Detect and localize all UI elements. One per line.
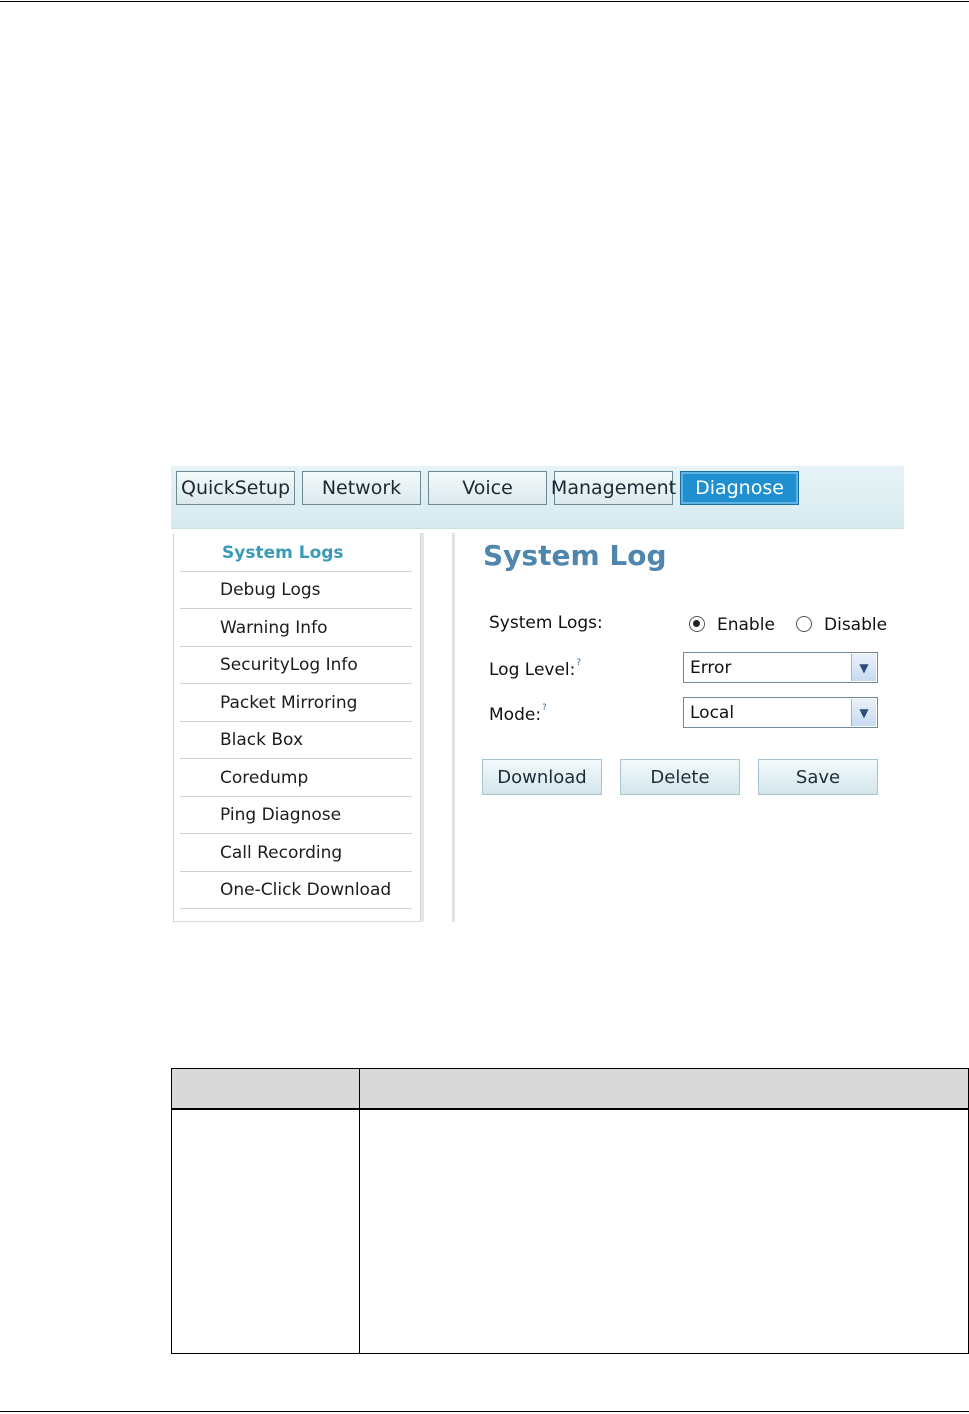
top-navigation: QuickSetup Network Voice Management Diag…: [171, 466, 904, 529]
sidebar: System Logs Debug Logs Warning Info Secu…: [173, 533, 424, 922]
parameter-table: [171, 1068, 969, 1354]
sidebar-item-call-recording[interactable]: Call Recording: [180, 835, 412, 872]
table-column-divider: [359, 1069, 360, 1353]
enable-label[interactable]: Enable: [717, 615, 775, 635]
sidebar-item-debug-logs[interactable]: Debug Logs: [180, 572, 412, 609]
mode-select[interactable]: Local ▼: [683, 697, 878, 728]
sidebar-item-securitylog-info[interactable]: SecurityLog Info: [180, 647, 412, 684]
bottom-rule: [0, 1411, 969, 1412]
screenshot-frame: QuickSetup Network Voice Management Diag…: [171, 466, 904, 922]
delete-button[interactable]: Delete: [620, 759, 740, 795]
sidebar-item-ping-diagnose[interactable]: Ping Diagnose: [180, 797, 412, 834]
save-button[interactable]: Save: [758, 759, 878, 795]
sidebar-item-coredump[interactable]: Coredump: [180, 760, 412, 797]
mode-label: Mode:?: [489, 703, 547, 725]
main-panel: System Log System Logs: Enable Disable L…: [455, 533, 904, 922]
sidebar-item-one-click-download[interactable]: One-Click Download: [180, 872, 412, 909]
help-icon[interactable]: ?: [542, 703, 547, 713]
system-logs-label: System Logs:: [489, 613, 603, 633]
radio-selected-dot: [693, 620, 700, 627]
tab-diagnose[interactable]: Diagnose: [680, 471, 799, 505]
sidebar-item-system-logs[interactable]: System Logs: [180, 535, 412, 572]
log-level-label-text: Log Level:: [489, 660, 576, 680]
log-level-select[interactable]: Error ▼: [683, 652, 878, 683]
tab-voice[interactable]: Voice: [428, 471, 547, 505]
sidebar-item-black-box[interactable]: Black Box: [180, 722, 412, 759]
enable-radio[interactable]: [689, 616, 705, 632]
tab-network[interactable]: Network: [302, 471, 421, 505]
tab-management[interactable]: Management: [551, 471, 676, 505]
page-title: System Log: [483, 539, 667, 572]
log-level-value: Error: [690, 657, 732, 678]
tab-quicksetup[interactable]: QuickSetup: [176, 471, 295, 505]
disable-label[interactable]: Disable: [824, 615, 887, 635]
mode-label-text: Mode:: [489, 705, 542, 725]
disable-radio[interactable]: [796, 616, 812, 632]
sidebar-item-warning-info[interactable]: Warning Info: [180, 610, 412, 647]
download-button[interactable]: Download: [482, 759, 602, 795]
chevron-down-icon[interactable]: ▼: [851, 699, 876, 726]
chevron-down-icon[interactable]: ▼: [851, 654, 876, 681]
sidebar-item-packet-mirroring[interactable]: Packet Mirroring: [180, 685, 412, 722]
top-rule: [0, 1, 969, 2]
mode-value: Local: [690, 702, 735, 723]
table-header-row: [172, 1069, 968, 1110]
log-level-label: Log Level:?: [489, 658, 581, 680]
help-icon[interactable]: ?: [576, 658, 581, 668]
